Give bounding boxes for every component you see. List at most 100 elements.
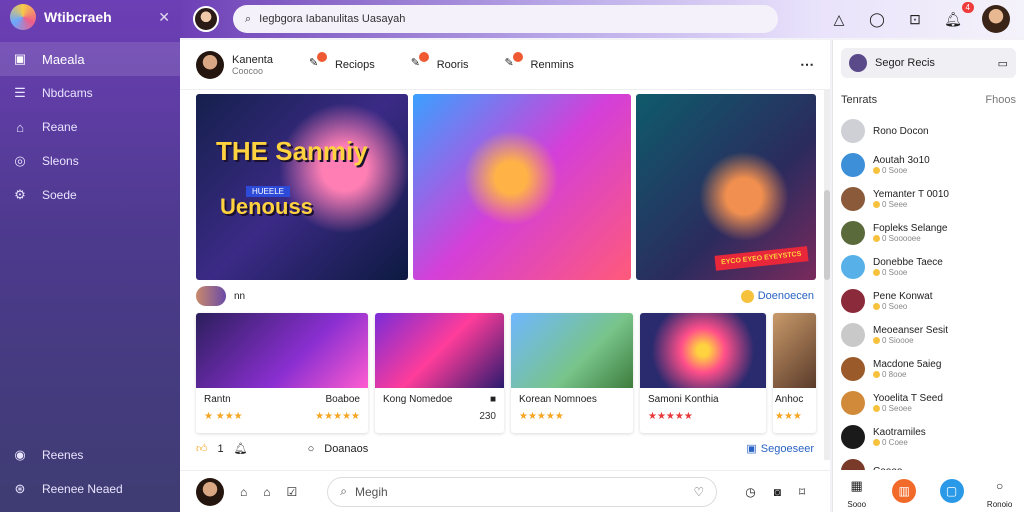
- thumbnail-stars: ★★★★★: [519, 411, 564, 422]
- avatar[interactable]: [193, 6, 219, 32]
- action-right-link[interactable]: ▣ Segoeseer: [746, 442, 814, 456]
- share-icon: ▣: [746, 443, 757, 455]
- story-user-sub: Coocoo: [232, 65, 264, 76]
- right-bottom-item-2[interactable]: ▢: [939, 479, 964, 503]
- bell-icon[interactable]: 🔔︎ 4: [944, 2, 974, 28]
- heart-icon[interactable]: ♡: [694, 485, 705, 499]
- home-icon[interactable]: ⌂: [240, 485, 247, 499]
- story-item-label: Reciops: [334, 58, 375, 71]
- contact-status-text: 0 Soeo: [882, 302, 908, 311]
- right-panel-header-label: Segor Recis: [875, 57, 935, 69]
- thumbnail-card[interactable]: Anhoc ★★★: [773, 313, 816, 433]
- right-bottom-item-0[interactable]: ▦ Sooo: [845, 474, 869, 509]
- contact-name: Kaotramiles: [873, 427, 926, 438]
- avatar-group[interactable]: [196, 286, 226, 306]
- status-dot-icon: [873, 269, 880, 276]
- contact-item[interactable]: Donebbe Taece 0 Sooe: [833, 250, 1024, 284]
- story-item-0[interactable]: ✎ Reciops: [309, 51, 375, 74]
- hero-card-2[interactable]: EYCO EYEO EYEYSTCS: [636, 94, 816, 280]
- bookmark-icon[interactable]: ⌑: [799, 485, 805, 499]
- status-dot-icon: [873, 371, 880, 378]
- meta-row: nn Doenoecen: [196, 286, 814, 306]
- scrollbar-thumb[interactable]: [824, 190, 830, 280]
- sidebar: Wtibcraeh ✕ ▣ Maeala ☰ Nbdcams ⌂ Reane ◎…: [0, 0, 180, 512]
- hero-card-0[interactable]: THE Sanmiy HUEELE Uenouss: [196, 94, 408, 280]
- thumbnail-card[interactable]: Kong Nomedoe ■ 230: [375, 313, 504, 433]
- contact-item[interactable]: Kaotramiles 0 Coee: [833, 420, 1024, 454]
- shirt-icon[interactable]: ⊡: [906, 10, 924, 28]
- meta-left: nn: [234, 290, 246, 302]
- contact-name: Pene Konwat: [873, 291, 933, 302]
- contact-item[interactable]: Macdone 5aieg 0 8ooe: [833, 352, 1024, 386]
- search-text: Iegbgora Iabanulitas Uasayah: [259, 13, 406, 25]
- more-icon[interactable]: ⋯: [800, 56, 814, 73]
- contact-status: 0 Sioooe: [873, 336, 948, 345]
- app-name: Wtibcraeh: [44, 9, 112, 25]
- thumbnail-name-2: Boaboe: [325, 394, 360, 405]
- bell-icon[interactable]: 🔔︎: [234, 442, 248, 455]
- contact-status-text: 0 Seoee: [882, 404, 912, 413]
- clock-icon[interactable]: ◷: [745, 485, 755, 499]
- right-panel-header[interactable]: Segor Recis ▭: [841, 48, 1016, 78]
- story-user[interactable]: Kanenta Coocoo: [196, 50, 273, 79]
- window-icon[interactable]: ▭: [998, 57, 1008, 70]
- house-icon[interactable]: ⌂: [263, 485, 270, 499]
- contact-status-text: 0 Sooe: [882, 268, 908, 277]
- avatar[interactable]: [196, 477, 224, 506]
- thumbnail-card[interactable]: Korean Nomnoes ★★★★★: [511, 313, 633, 433]
- right-bottom-item-1[interactable]: ▥: [892, 479, 917, 503]
- contact-item[interactable]: Fopleks Selange 0 Sooooee: [833, 216, 1024, 250]
- bottom-search-input[interactable]: ⌕ Megih ♡: [327, 476, 718, 507]
- sidebar-footer: ◉ Reenes ⊛ Reenee Neaed: [0, 438, 180, 506]
- status-dot-icon: [873, 167, 880, 174]
- contact-name: Yemanter T 0010: [873, 189, 949, 200]
- chat-icon[interactable]: ◙: [774, 485, 781, 499]
- contact-item[interactable]: Yemanter T 0010 0 Seee: [833, 182, 1024, 216]
- story-item-2[interactable]: ✎ Renmins: [505, 51, 574, 74]
- hero-card-1[interactable]: [413, 94, 631, 280]
- sidebar-nav: ▣ Maeala ☰ Nbdcams ⌂ Reane ◎ Sleons ⚙ So…: [0, 42, 180, 212]
- meta-right-link[interactable]: Doenoecen: [740, 289, 814, 303]
- sidebar-item-3[interactable]: ◎ Sleons: [0, 144, 180, 178]
- contact-status-text: 0 Sioooe: [882, 336, 914, 345]
- story-item-1[interactable]: ✎ Rooris: [411, 51, 469, 74]
- thumbnail-image: [511, 313, 633, 388]
- sidebar-item-0[interactable]: ▣ Maeala: [0, 42, 180, 76]
- sidebar-item-2[interactable]: ⌂ Reane: [0, 110, 180, 144]
- triangle-icon[interactable]: △: [830, 10, 848, 28]
- comment-label[interactable]: Doanaos: [324, 443, 368, 455]
- thumbnail-name: Anhoc: [775, 394, 804, 405]
- search-bar[interactable]: ⌕ Iegbgora Iabanulitas Uasayah: [233, 5, 778, 33]
- scrollbar[interactable]: [824, 90, 830, 460]
- sidebar-item-4[interactable]: ⚙ Soede: [0, 178, 180, 212]
- contacts-filter[interactable]: Fhoos: [985, 94, 1016, 106]
- blue-icon: ▢: [939, 479, 964, 503]
- sidebar-item-1[interactable]: ☰ Nbdcams: [0, 76, 180, 110]
- user-avatar[interactable]: [982, 5, 1010, 33]
- right-bottom-label: Ronoio: [986, 499, 1013, 509]
- sidebar-footer-item-0[interactable]: ◉ Reenes: [0, 438, 180, 472]
- like-icon[interactable]: 👍︎: [196, 442, 208, 455]
- bottom-bar: ⌂ ⌂ ☑ ⌕ Megih ♡ ◷ ◙ ⌑: [180, 470, 830, 512]
- thumbnail-card[interactable]: Samoni Konthia ★★★★★: [640, 313, 766, 433]
- bottom-search-placeholder: Megih: [355, 484, 388, 499]
- avatar: [841, 357, 865, 381]
- right-bottom-item-3[interactable]: ○ Ronoio: [987, 474, 1012, 509]
- thumbnail-card[interactable]: Rantn Boaboe ★ ★★★ ★★★★★: [196, 313, 368, 433]
- contact-name: Fopleks Selange: [873, 223, 948, 234]
- contacts-title: Tenrats Fhoos: [833, 78, 1024, 114]
- contact-item[interactable]: Rono Docon: [833, 114, 1024, 148]
- search-icon: ⌕: [340, 484, 347, 498]
- contact-item[interactable]: Yooelita T Seed 0 Seoee: [833, 386, 1024, 420]
- contact-item[interactable]: Aoutah 3o10 0 Sooe: [833, 148, 1024, 182]
- thumbnail-name: Rantn: [204, 394, 231, 405]
- comment-icon[interactable]: ○: [308, 443, 315, 455]
- avatar: [841, 425, 865, 449]
- inbox-icon[interactable]: ☑: [287, 485, 298, 499]
- sidebar-footer-item-1[interactable]: ⊛ Reenee Neaed: [0, 472, 180, 506]
- status-dot-icon: [873, 235, 880, 242]
- contact-item[interactable]: Meoeanser Sesit 0 Sioooe: [833, 318, 1024, 352]
- contact-item[interactable]: Pene Konwat 0 Soeo: [833, 284, 1024, 318]
- close-icon[interactable]: ✕: [158, 9, 170, 26]
- clock-icon[interactable]: ◯: [868, 10, 886, 28]
